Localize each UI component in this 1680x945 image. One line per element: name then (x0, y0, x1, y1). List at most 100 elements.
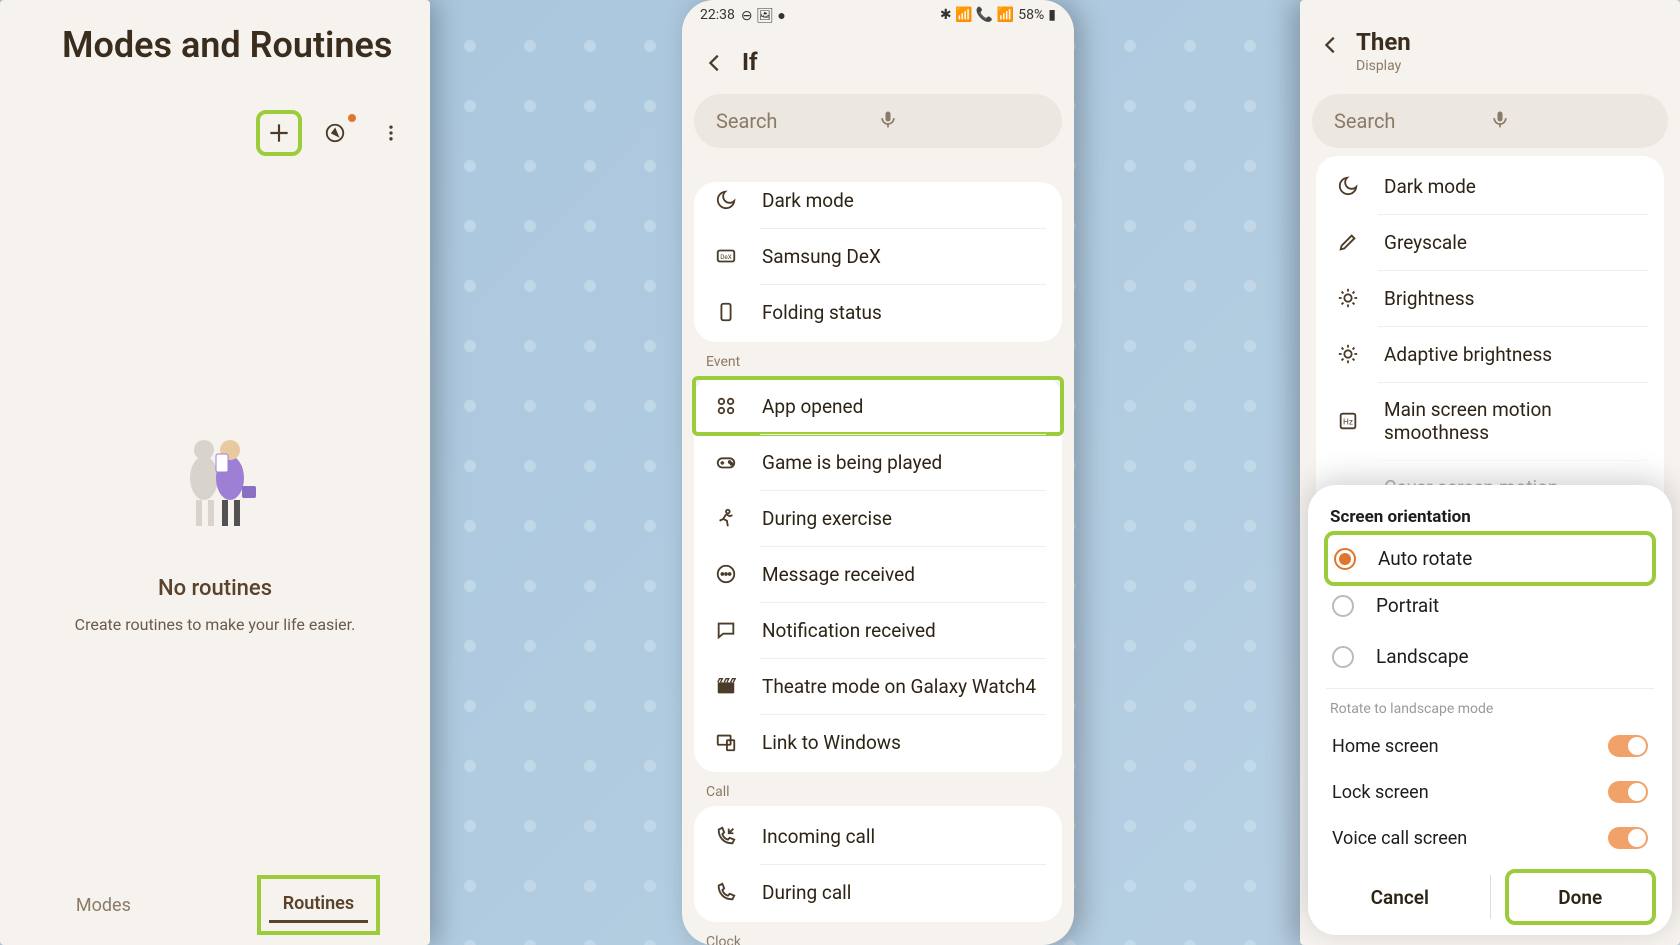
radio-option[interactable]: Landscape (1330, 631, 1650, 682)
list-item[interactable]: Hz Main screen motion smoothness (1316, 382, 1664, 460)
empty-subtitle: Create routines to make your life easier… (0, 615, 430, 634)
radio-label: Auto rotate (1378, 547, 1472, 570)
item-label: Dark mode (1384, 175, 1476, 198)
status-bar: 22:38 ⊖ 🖼 ● ✱ 📶 📞 📶 58% ▮ (682, 0, 1074, 30)
switch-icon[interactable] (1608, 781, 1648, 803)
item-label: Notification received (762, 619, 936, 642)
panel-routines: Modes and Routines No routines (0, 0, 430, 945)
status-icons-right: ✱ 📶 📞 📶 58% ▮ (940, 7, 1056, 23)
header-title: Then (1356, 28, 1411, 56)
notification-dot (348, 114, 356, 122)
item-label: During call (762, 881, 851, 904)
list-item[interactable]: Theatre mode on Galaxy Watch4 (694, 658, 1062, 714)
back-icon[interactable] (704, 52, 724, 72)
radio-label: Landscape (1376, 645, 1469, 668)
header: Then Display (1300, 0, 1680, 90)
list-item[interactable]: Greyscale (1316, 214, 1664, 270)
group-label: Clock (706, 934, 1074, 945)
panel-then: Then Display Search Dark mode Greyscale Br… (1300, 0, 1680, 945)
toggle-row[interactable]: Lock screen (1330, 769, 1650, 815)
item-label: Samsung DeX (762, 245, 881, 268)
more-button[interactable] (376, 118, 406, 148)
toolbar (264, 118, 406, 148)
svg-text:DeX: DeX (720, 253, 732, 261)
tab-modes[interactable]: Modes (62, 889, 145, 922)
empty-illustration (160, 430, 270, 530)
toggle-row[interactable]: Home screen (1330, 723, 1650, 769)
item-label: Link to Windows (762, 731, 901, 754)
item-label: Main screen motion smoothness (1384, 398, 1644, 444)
hz-icon: Hz (1336, 409, 1360, 433)
list-item[interactable]: App opened (694, 378, 1062, 434)
mic-icon[interactable] (1490, 109, 1646, 134)
radio-icon (1332, 646, 1354, 668)
radio-option[interactable]: Portrait (1330, 580, 1650, 631)
empty-state: No routines Create routines to make your… (0, 430, 430, 634)
dialog-title: Screen orientation (1330, 507, 1650, 527)
back-icon[interactable] (1320, 34, 1340, 54)
group-label: Call (706, 784, 1074, 800)
apps-icon (714, 394, 738, 418)
run-icon (714, 506, 738, 530)
chat-icon (714, 618, 738, 642)
pen-icon (1336, 230, 1360, 254)
toggle-row[interactable]: Voice call screen (1330, 815, 1650, 861)
moon-icon (1336, 174, 1360, 198)
group-card: Dark mode DeX Samsung DeX Folding status (694, 182, 1062, 342)
radio-icon (1332, 595, 1354, 617)
header: If (682, 30, 1074, 88)
add-button[interactable] (264, 118, 294, 148)
list-item[interactable]: Dark mode (694, 184, 1062, 228)
search-input[interactable]: Search (694, 94, 1062, 148)
clap-icon (714, 674, 738, 698)
radio-icon (1334, 548, 1356, 570)
item-label: Folding status (762, 301, 882, 324)
battery-pct: 58% (1018, 7, 1044, 23)
list-item[interactable]: DeX Samsung DeX (694, 228, 1062, 284)
done-button[interactable]: Done (1511, 875, 1651, 919)
item-label: Greyscale (1384, 231, 1467, 254)
item-label: During exercise (762, 507, 892, 530)
status-icons-left: ⊖ 🖼 ● (741, 7, 786, 24)
header-title: If (742, 48, 758, 76)
search-placeholder: Search (1334, 109, 1490, 133)
list-item[interactable]: Notification received (694, 602, 1062, 658)
radio-option[interactable]: Auto rotate (1330, 537, 1650, 580)
search-input[interactable]: Search (1312, 94, 1668, 148)
game-icon (714, 450, 738, 474)
group-label: Event (706, 354, 1074, 370)
list-item[interactable]: Game is being played (694, 434, 1062, 490)
status-time: 22:38 (700, 7, 735, 23)
item-label: Dark mode (762, 189, 854, 212)
condition-list: Dark mode DeX Samsung DeX Folding status Eve… (682, 182, 1074, 945)
callin-icon (714, 824, 738, 848)
list-item[interactable]: During exercise (694, 490, 1062, 546)
item-label: Adaptive brightness (1384, 343, 1552, 366)
toggle-label: Home screen (1332, 736, 1439, 757)
radio-label: Portrait (1376, 594, 1439, 617)
discover-button[interactable] (320, 118, 350, 148)
empty-title: No routines (0, 576, 430, 601)
fold-icon (714, 300, 738, 324)
cancel-button[interactable]: Cancel (1330, 875, 1470, 919)
dialog-buttons: Cancel Done (1330, 875, 1650, 919)
item-label: Message received (762, 563, 915, 586)
list-item[interactable]: Brightness (1316, 270, 1664, 326)
list-item[interactable]: Folding status (694, 284, 1062, 340)
item-label: App opened (762, 395, 863, 418)
tab-routines[interactable]: Routines (269, 887, 368, 923)
mic-icon[interactable] (878, 109, 1040, 134)
list-item[interactable]: Adaptive brightness (1316, 326, 1664, 382)
list-item[interactable]: During call (694, 864, 1062, 920)
list-item[interactable]: Link to Windows (694, 714, 1062, 770)
dialog-subheading: Rotate to landscape mode (1330, 701, 1650, 717)
switch-icon[interactable] (1608, 735, 1648, 757)
sun-icon (1336, 286, 1360, 310)
list-item[interactable]: Message received (694, 546, 1062, 602)
list-item[interactable]: Dark mode (1316, 158, 1664, 214)
panel-if: 22:38 ⊖ 🖼 ● ✱ 📶 📞 📶 58% ▮ If Search Dark… (682, 0, 1074, 945)
moon-icon (714, 188, 738, 212)
list-item[interactable]: Incoming call (694, 808, 1062, 864)
page-title: Modes and Routines (62, 24, 430, 66)
switch-icon[interactable] (1608, 827, 1648, 849)
